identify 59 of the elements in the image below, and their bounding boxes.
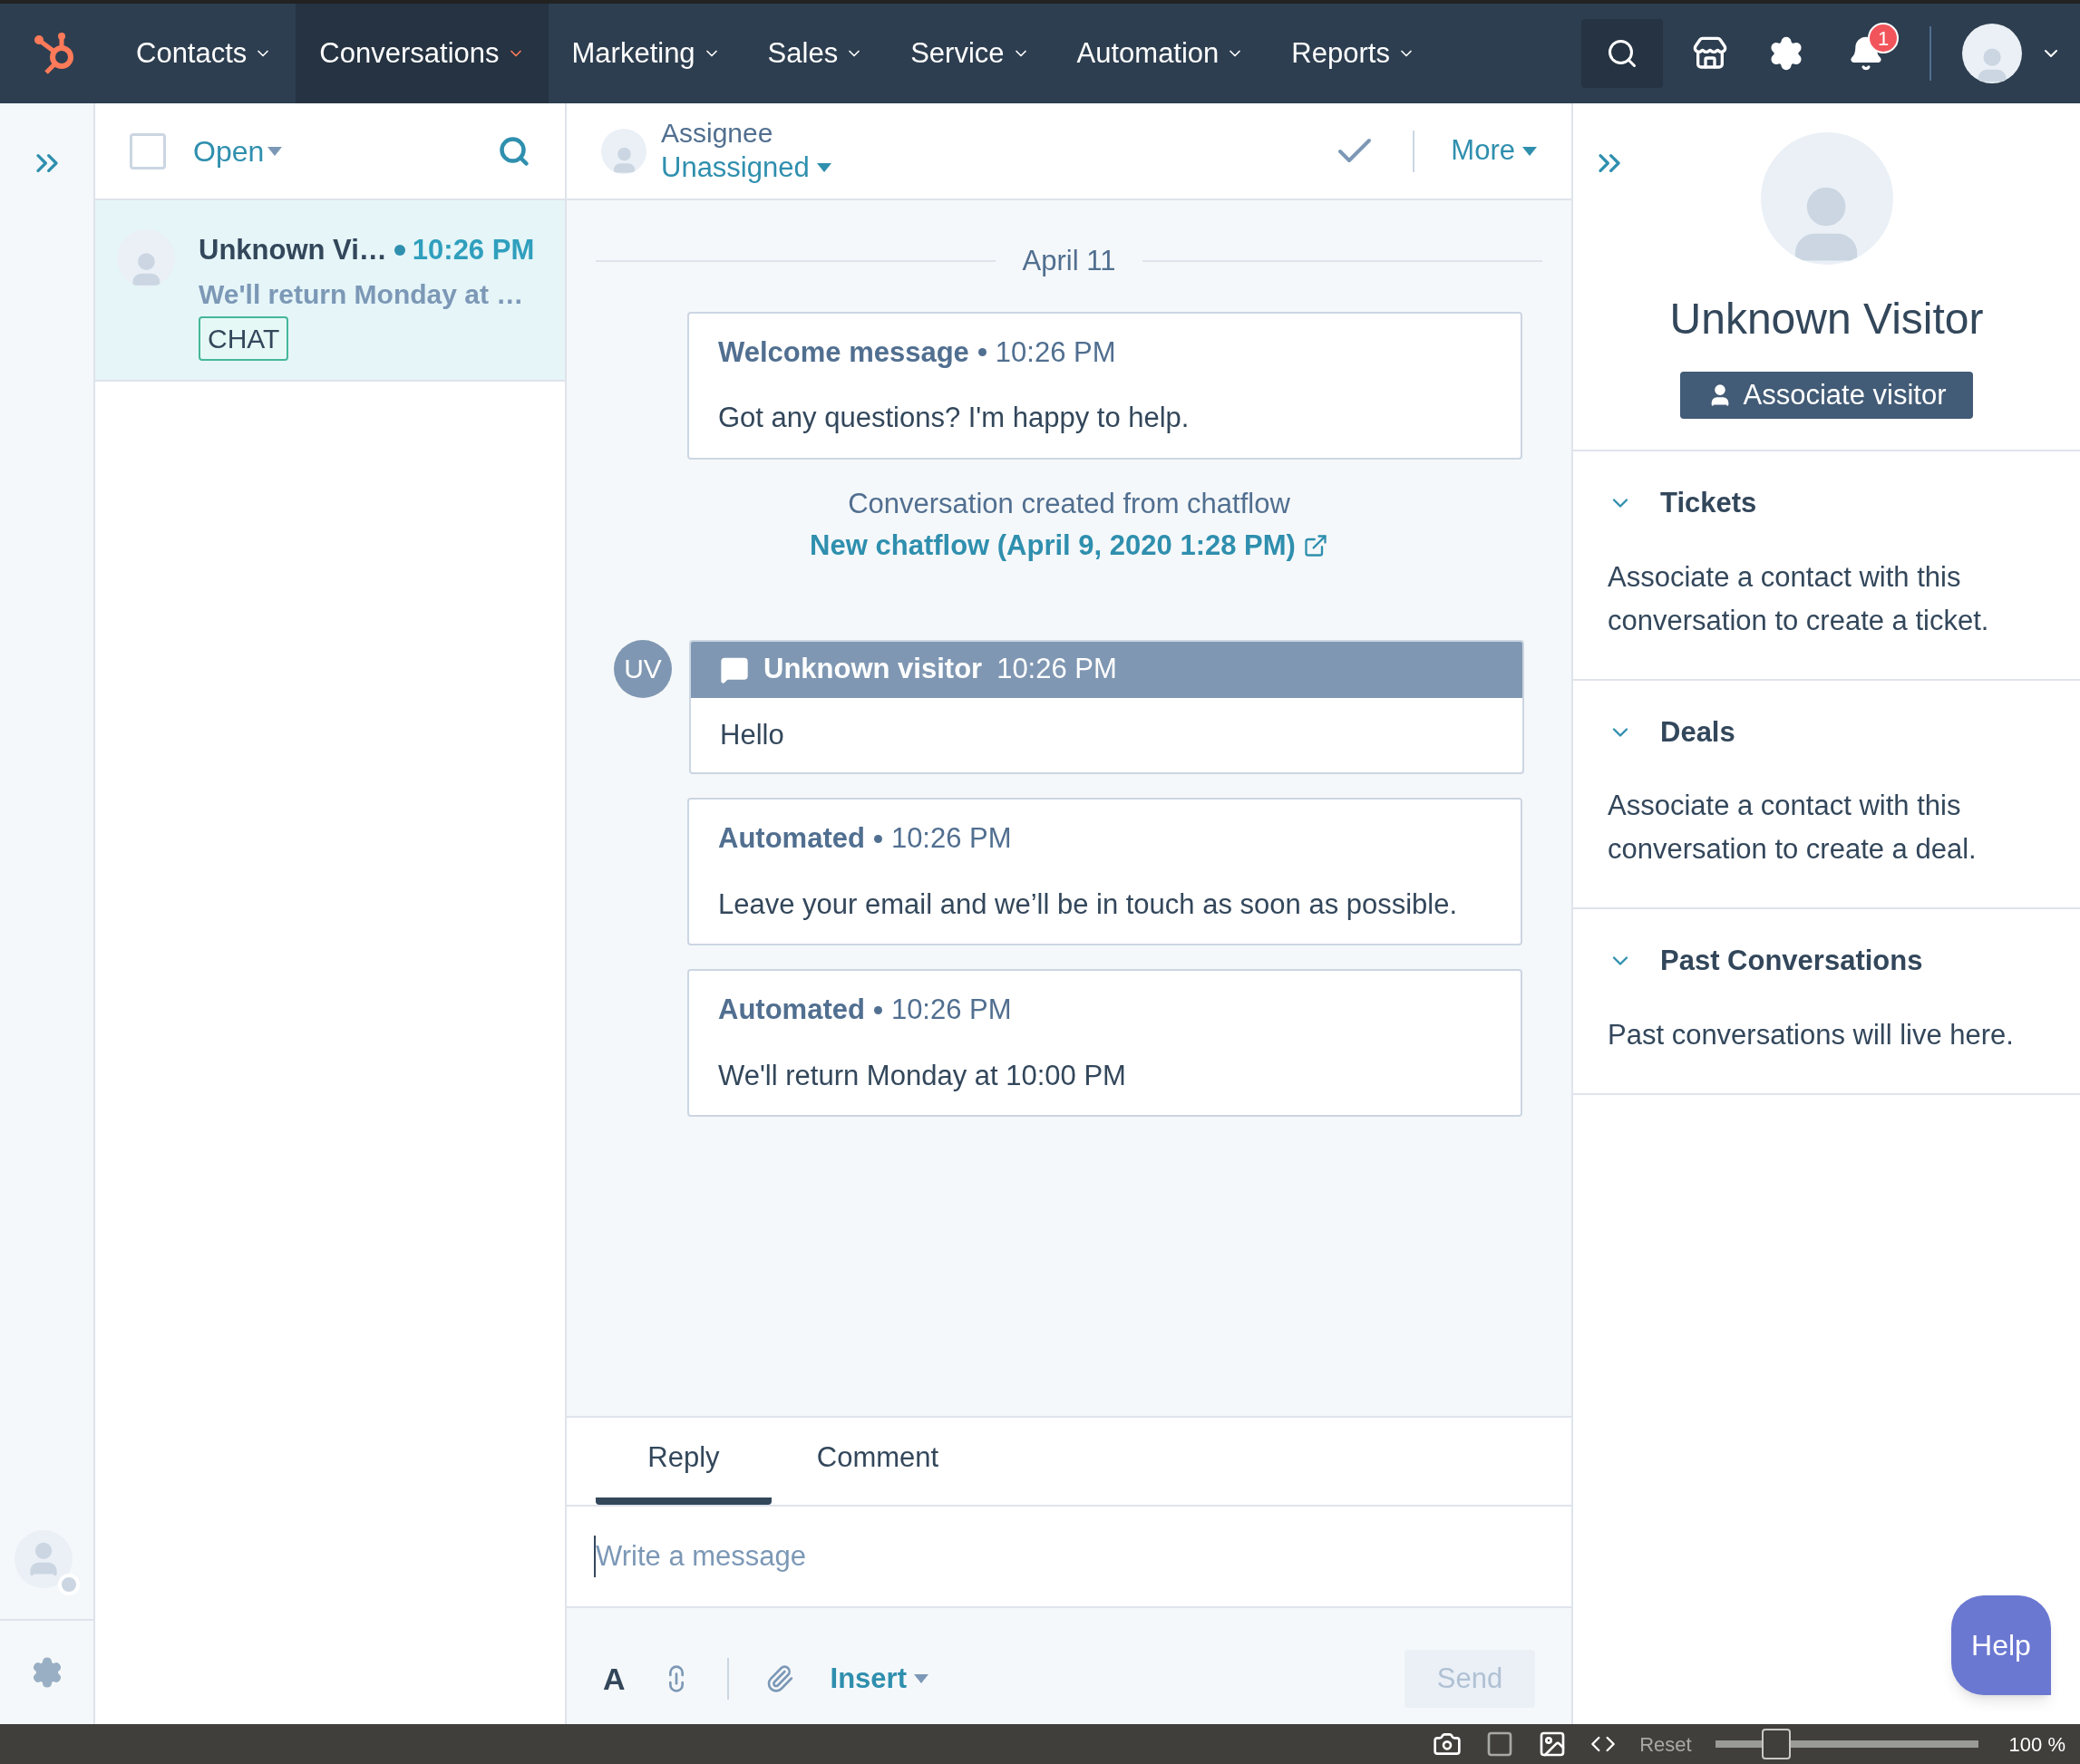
message-sender: Unknown visitor [763, 652, 983, 687]
settings-icon[interactable] [1768, 35, 1804, 72]
more-dropdown[interactable]: More [1451, 130, 1537, 172]
contact-name: Unknown Visitor [1669, 294, 1984, 344]
caret-icon [267, 146, 283, 156]
nav-menu-item[interactable]: Service [887, 4, 1054, 103]
assignee-label: Assignee [661, 117, 774, 150]
section-header[interactable]: Past Conversations [1608, 940, 2046, 983]
nav-menu-item[interactable]: Reports [1268, 4, 1439, 103]
message-text: We'll return Monday at 10:00 PM [718, 1058, 1127, 1093]
contact-name: Unknown Vi… [199, 233, 387, 267]
caret-icon [914, 1674, 928, 1683]
nav-menu-item[interactable]: Sales [744, 4, 888, 103]
text-format-button[interactable]: A [603, 1655, 626, 1702]
caret-icon [816, 163, 831, 173]
message-sender: Automated [718, 993, 865, 1027]
section-header[interactable]: Tickets [1608, 482, 2046, 525]
reset-link[interactable]: Reset [1639, 1729, 1692, 1759]
message-sender: Automated [718, 821, 865, 856]
section-header[interactable]: Deals [1608, 711, 2046, 754]
select-all-checkbox[interactable] [130, 132, 166, 170]
date-divider-label: April 11 [1022, 244, 1116, 278]
nav-menu-item[interactable]: Automation [1053, 4, 1268, 103]
notification-badge: 1 [1868, 23, 1899, 53]
composer-tab[interactable]: Comment [790, 1418, 966, 1505]
message-time: 10:26 PM [890, 821, 1012, 856]
message-time: 10:26 PM [995, 334, 1116, 370]
caret-icon [1522, 146, 1537, 156]
message-text: Got any questions? I'm happy to help. [718, 401, 1191, 435]
visitor-initials-avatar: UV [614, 639, 672, 698]
conversation-item[interactable]: Unknown Vi… 10:26 PM We'll return Monday at … CHAT [95, 200, 565, 382]
associate-visitor-button[interactable]: Associate visitor [1679, 372, 1974, 419]
system-note: Conversation created from chatflow [848, 486, 1290, 521]
nav-menu-item[interactable]: Conversations [296, 4, 549, 103]
composer-tab[interactable]: Reply [596, 1418, 772, 1505]
marketplace-icon[interactable] [1692, 35, 1728, 72]
nav-menu-item[interactable]: Contacts [112, 4, 296, 103]
status-filter-dropdown[interactable]: Open [193, 129, 283, 173]
message-time: 10:26 PM [890, 993, 1012, 1027]
search-button[interactable] [1581, 19, 1663, 88]
search-icon [1606, 37, 1638, 70]
message-time: 10:26 PM [996, 652, 1117, 687]
message-sender: Welcome message [718, 334, 969, 370]
section-text: Associate a contact with this conversation to create a ticket. [1608, 559, 1990, 638]
zoom-percentage: 100 % [2008, 1731, 2065, 1758]
section-text: Associate a contact with this conversation to create a deal. [1608, 789, 1978, 867]
section-text: Past conversations will live here. [1608, 1017, 2015, 1052]
search-icon[interactable] [498, 134, 530, 168]
message-text: Leave your email and we’ll be in touch as soon as possible. [718, 887, 1459, 922]
zoom-slider-thumb[interactable] [1762, 1729, 1792, 1759]
nav-menu-item[interactable]: Marketing [548, 4, 744, 103]
help-button[interactable]: Help [1951, 1595, 2051, 1695]
channel-tag: CHAT [199, 315, 289, 361]
message-text: Hello [719, 717, 785, 752]
message-input-field[interactable]: Write a message [594, 1535, 1544, 1578]
message-preview: We'll return Monday at … [199, 277, 525, 311]
conversation-time: 10:26 PM [412, 233, 535, 267]
assignee-dropdown[interactable]: Unassigned [661, 150, 831, 186]
external-link-icon[interactable] [1302, 533, 1328, 559]
